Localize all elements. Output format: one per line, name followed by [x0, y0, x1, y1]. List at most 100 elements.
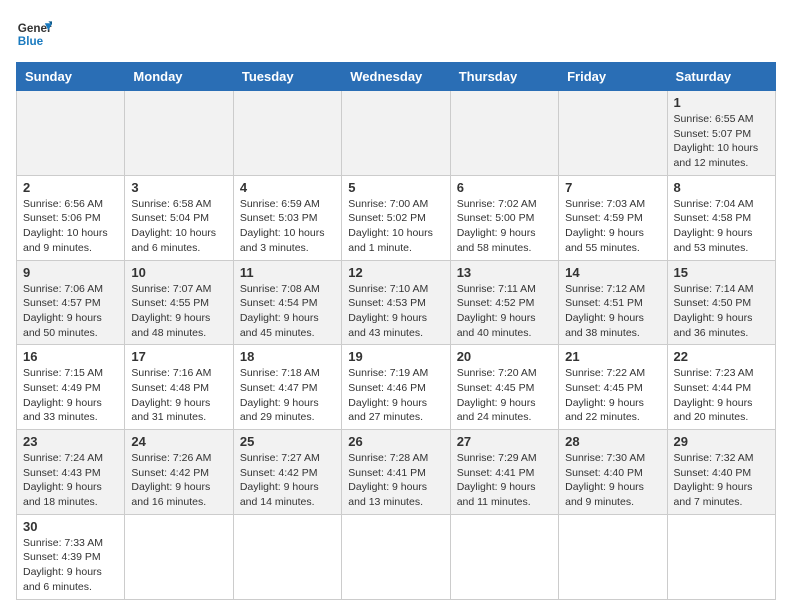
calendar-cell	[342, 514, 450, 599]
logo: General Blue	[16, 16, 52, 52]
calendar-cell	[17, 91, 125, 176]
day-info: Sunrise: 7:12 AM Sunset: 4:51 PM Dayligh…	[565, 282, 660, 341]
day-info: Sunrise: 7:19 AM Sunset: 4:46 PM Dayligh…	[348, 366, 443, 425]
day-number: 25	[240, 434, 335, 449]
day-number: 22	[674, 349, 769, 364]
weekday-header-monday: Monday	[125, 63, 233, 91]
calendar-cell: 2Sunrise: 6:56 AM Sunset: 5:06 PM Daylig…	[17, 175, 125, 260]
calendar-cell	[125, 91, 233, 176]
day-info: Sunrise: 7:15 AM Sunset: 4:49 PM Dayligh…	[23, 366, 118, 425]
day-number: 20	[457, 349, 552, 364]
day-info: Sunrise: 7:11 AM Sunset: 4:52 PM Dayligh…	[457, 282, 552, 341]
day-info: Sunrise: 6:56 AM Sunset: 5:06 PM Dayligh…	[23, 197, 118, 256]
day-info: Sunrise: 7:10 AM Sunset: 4:53 PM Dayligh…	[348, 282, 443, 341]
weekday-header-sunday: Sunday	[17, 63, 125, 91]
day-number: 3	[131, 180, 226, 195]
calendar-cell: 22 Sunrise: 7:23 AM Sunset: 4:44 PM Dayli…	[667, 345, 775, 430]
day-info: Sunrise: 7:33 AM Sunset: 4:39 PM Dayligh…	[23, 536, 118, 595]
day-number: 11	[240, 265, 335, 280]
calendar-cell	[125, 514, 233, 599]
calendar-cell: 10 Sunrise: 7:07 AM Sunset: 4:55 PM Dayli…	[125, 260, 233, 345]
calendar-cell: 30 Sunrise: 7:33 AM Sunset: 4:39 PM Dayli…	[17, 514, 125, 599]
calendar-cell: 21 Sunrise: 7:22 AM Sunset: 4:45 PM Dayli…	[559, 345, 667, 430]
calendar-cell	[450, 91, 558, 176]
day-number: 18	[240, 349, 335, 364]
day-number: 5	[348, 180, 443, 195]
weekday-header-friday: Friday	[559, 63, 667, 91]
calendar-body: 1Sunrise: 6:55 AM Sunset: 5:07 PM Daylig…	[17, 91, 776, 600]
calendar-cell	[342, 91, 450, 176]
day-info: Sunrise: 7:04 AM Sunset: 4:58 PM Dayligh…	[674, 197, 769, 256]
day-info: Sunrise: 7:20 AM Sunset: 4:45 PM Dayligh…	[457, 366, 552, 425]
calendar-cell: 19 Sunrise: 7:19 AM Sunset: 4:46 PM Dayli…	[342, 345, 450, 430]
day-info: Sunrise: 7:14 AM Sunset: 4:50 PM Dayligh…	[674, 282, 769, 341]
calendar-week-6: 30 Sunrise: 7:33 AM Sunset: 4:39 PM Dayli…	[17, 514, 776, 599]
calendar-cell	[233, 514, 341, 599]
calendar-cell: 5Sunrise: 7:00 AM Sunset: 5:02 PM Daylig…	[342, 175, 450, 260]
calendar-cell	[559, 91, 667, 176]
calendar-cell: 17 Sunrise: 7:16 AM Sunset: 4:48 PM Dayli…	[125, 345, 233, 430]
day-info: Sunrise: 7:24 AM Sunset: 4:43 PM Dayligh…	[23, 451, 118, 510]
calendar-cell: 6 Sunrise: 7:02 AM Sunset: 5:00 PM Daylig…	[450, 175, 558, 260]
day-info: Sunrise: 7:07 AM Sunset: 4:55 PM Dayligh…	[131, 282, 226, 341]
calendar-cell	[450, 514, 558, 599]
calendar-week-4: 16Sunrise: 7:15 AM Sunset: 4:49 PM Dayli…	[17, 345, 776, 430]
day-number: 13	[457, 265, 552, 280]
day-number: 24	[131, 434, 226, 449]
day-number: 8	[674, 180, 769, 195]
calendar-week-5: 23 Sunrise: 7:24 AM Sunset: 4:43 PM Dayli…	[17, 430, 776, 515]
day-number: 17	[131, 349, 226, 364]
calendar-cell: 18 Sunrise: 7:18 AM Sunset: 4:47 PM Dayli…	[233, 345, 341, 430]
calendar-cell: 11 Sunrise: 7:08 AM Sunset: 4:54 PM Dayli…	[233, 260, 341, 345]
day-number: 6	[457, 180, 552, 195]
svg-text:Blue: Blue	[18, 35, 44, 48]
weekday-header-thursday: Thursday	[450, 63, 558, 91]
calendar-cell	[667, 514, 775, 599]
calendar-cell: 26Sunrise: 7:28 AM Sunset: 4:41 PM Dayli…	[342, 430, 450, 515]
day-number: 19	[348, 349, 443, 364]
day-info: Sunrise: 7:18 AM Sunset: 4:47 PM Dayligh…	[240, 366, 335, 425]
calendar-week-3: 9Sunrise: 7:06 AM Sunset: 4:57 PM Daylig…	[17, 260, 776, 345]
weekday-header-wednesday: Wednesday	[342, 63, 450, 91]
calendar-cell: 7 Sunrise: 7:03 AM Sunset: 4:59 PM Daylig…	[559, 175, 667, 260]
day-info: Sunrise: 7:28 AM Sunset: 4:41 PM Dayligh…	[348, 451, 443, 510]
calendar-cell: 1Sunrise: 6:55 AM Sunset: 5:07 PM Daylig…	[667, 91, 775, 176]
weekday-header-tuesday: Tuesday	[233, 63, 341, 91]
day-number: 10	[131, 265, 226, 280]
calendar-cell: 15 Sunrise: 7:14 AM Sunset: 4:50 PM Dayli…	[667, 260, 775, 345]
day-number: 7	[565, 180, 660, 195]
day-info: Sunrise: 7:23 AM Sunset: 4:44 PM Dayligh…	[674, 366, 769, 425]
day-info: Sunrise: 7:16 AM Sunset: 4:48 PM Dayligh…	[131, 366, 226, 425]
calendar-cell: 4Sunrise: 6:59 AM Sunset: 5:03 PM Daylig…	[233, 175, 341, 260]
calendar-cell	[559, 514, 667, 599]
calendar-cell: 25Sunrise: 7:27 AM Sunset: 4:42 PM Dayli…	[233, 430, 341, 515]
day-info: Sunrise: 7:29 AM Sunset: 4:41 PM Dayligh…	[457, 451, 552, 510]
calendar-cell: 12Sunrise: 7:10 AM Sunset: 4:53 PM Dayli…	[342, 260, 450, 345]
day-number: 30	[23, 519, 118, 534]
header: General Blue	[16, 16, 776, 52]
day-info: Sunrise: 7:03 AM Sunset: 4:59 PM Dayligh…	[565, 197, 660, 256]
day-number: 23	[23, 434, 118, 449]
day-number: 21	[565, 349, 660, 364]
calendar-cell: 28Sunrise: 7:30 AM Sunset: 4:40 PM Dayli…	[559, 430, 667, 515]
day-info: Sunrise: 6:58 AM Sunset: 5:04 PM Dayligh…	[131, 197, 226, 256]
day-info: Sunrise: 7:22 AM Sunset: 4:45 PM Dayligh…	[565, 366, 660, 425]
calendar-cell: 3 Sunrise: 6:58 AM Sunset: 5:04 PM Daylig…	[125, 175, 233, 260]
day-info: Sunrise: 7:08 AM Sunset: 4:54 PM Dayligh…	[240, 282, 335, 341]
day-number: 9	[23, 265, 118, 280]
calendar-cell: 8 Sunrise: 7:04 AM Sunset: 4:58 PM Daylig…	[667, 175, 775, 260]
day-number: 14	[565, 265, 660, 280]
weekday-header-saturday: Saturday	[667, 63, 775, 91]
calendar-cell: 9Sunrise: 7:06 AM Sunset: 4:57 PM Daylig…	[17, 260, 125, 345]
day-number: 4	[240, 180, 335, 195]
day-info: Sunrise: 7:30 AM Sunset: 4:40 PM Dayligh…	[565, 451, 660, 510]
calendar-cell: 20 Sunrise: 7:20 AM Sunset: 4:45 PM Dayli…	[450, 345, 558, 430]
calendar-cell: 24 Sunrise: 7:26 AM Sunset: 4:42 PM Dayli…	[125, 430, 233, 515]
calendar-cell: 16Sunrise: 7:15 AM Sunset: 4:49 PM Dayli…	[17, 345, 125, 430]
day-info: Sunrise: 7:26 AM Sunset: 4:42 PM Dayligh…	[131, 451, 226, 510]
day-number: 1	[674, 95, 769, 110]
day-info: Sunrise: 7:02 AM Sunset: 5:00 PM Dayligh…	[457, 197, 552, 256]
calendar-week-1: 1Sunrise: 6:55 AM Sunset: 5:07 PM Daylig…	[17, 91, 776, 176]
calendar-cell	[233, 91, 341, 176]
day-number: 15	[674, 265, 769, 280]
